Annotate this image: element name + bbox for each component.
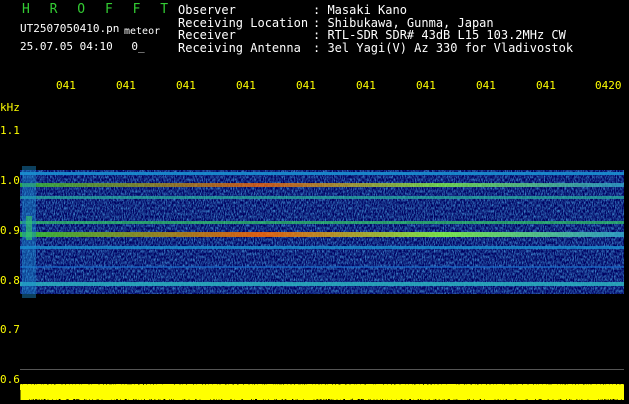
time-tick: 041 [56,79,76,92]
frequency-axis: kHz 1.1 1.0 0.9 0.8 0.7 0.6 [0,0,20,400]
info-label: Receiving Antenna [178,40,301,55]
frequency-unit: kHz [0,101,20,114]
time-tick: 0420 [595,79,622,92]
file-name: UT2507050410.pn [20,22,120,35]
time-tick: 041 [536,79,556,92]
meteor-echo [26,216,32,240]
signal-band [20,172,624,175]
signal-band [20,196,624,199]
time-tick: 041 [356,79,376,92]
frequency-label: 0.7 [0,323,20,336]
info-value: : 3el Yagi(V) Az 330 for Vladivostok [313,40,574,55]
hrofft-brand: H R O F F T [22,2,175,17]
spectrogram-canvas [20,166,624,298]
meteor-count: 0_ [131,40,145,53]
info-label: Observer [178,3,236,17]
info-label: Receiver [178,28,236,43]
time-tick: 041 [476,79,496,92]
power-level-fill [20,384,624,400]
spectrogram [20,96,624,382]
frequency-label: 0.6 [0,373,20,386]
time-tick: 041 [416,79,436,92]
time-axis: 041 041 041 041 041 041 041 041 041 0420 [0,79,629,93]
info-row-antenna: Receiving Antenna : 3el Yagi(V) Az 330 f… [178,42,573,55]
power-strip [20,382,624,400]
frequency-label: 1.1 [0,124,20,137]
signal-band [20,183,624,187]
station-info: Observer : Masaki Kano Receiving Locatio… [178,4,573,54]
time-tick: 041 [236,79,256,92]
info-value: : Masaki Kano [313,3,407,17]
signal-band [20,246,624,249]
info-value: : RTL-SDR SDR# 43dB L15 103.2MHz CW [313,28,566,43]
datetime: 25.07.05 04:10 0_ [20,40,145,53]
time-tick: 041 [176,79,196,92]
baseline-divider [20,369,624,370]
info-row-receiver: Receiver : RTL-SDR SDR# 43dB L15 103.2MH… [178,29,573,42]
frequency-label: 0.9 [0,224,20,237]
power-strip-canvas [20,384,624,400]
signal-band [20,232,624,237]
frequency-label: 0.8 [0,274,20,287]
signal-band [20,221,624,224]
datetime-value: 25.07.05 04:10 [20,40,113,53]
time-tick: 041 [296,79,316,92]
time-tick: 041 [116,79,136,92]
signal-band [20,282,624,286]
frequency-label: 1.0 [0,174,20,187]
info-row-observer: Observer : Masaki Kano [178,4,573,17]
meteor-label: meteor [124,26,161,37]
signal-band [20,266,624,268]
